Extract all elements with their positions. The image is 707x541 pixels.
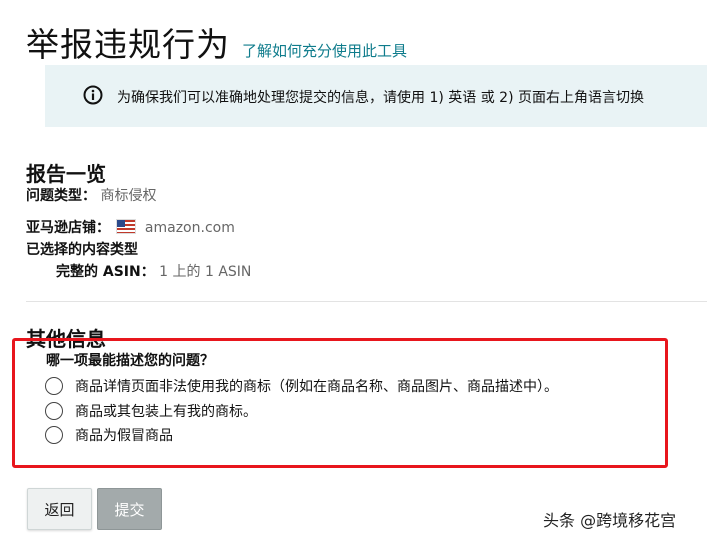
radio-button[interactable] xyxy=(45,377,63,395)
asin-label: 完整的 ASIN： xyxy=(56,264,155,280)
section-divider xyxy=(26,301,707,302)
option-label: 商品详情页面非法使用我的商标（例如在商品名称、商品图片、商品描述中）。 xyxy=(75,379,558,395)
store-value: amazon.com xyxy=(144,220,235,236)
asin-value: 1 上的 1 ASIN xyxy=(159,264,252,280)
help-link[interactable]: 了解如何充分使用此工具 xyxy=(242,40,407,61)
content-type-label: 已选择的内容类型 xyxy=(26,239,138,259)
page-title: 举报违规行为 xyxy=(26,25,230,64)
submit-button[interactable]: 提交 xyxy=(97,488,162,530)
radio-button[interactable] xyxy=(45,426,63,444)
summary-title: 报告一览 xyxy=(26,162,106,186)
asin-row: 完整的 ASIN： 1 上的 1 ASIN xyxy=(56,261,251,281)
option-label: 商品为假冒商品 xyxy=(75,428,173,444)
issue-type-row: 问题类型： 商标侵权 xyxy=(26,185,156,205)
content-type-label-text: 已选择的内容类型 xyxy=(26,242,138,258)
info-icon xyxy=(83,85,103,105)
option-listing-trademark[interactable]: 商品详情页面非法使用我的商标（例如在商品名称、商品图片、商品描述中）。 xyxy=(45,376,558,396)
us-flag-icon xyxy=(116,219,137,234)
info-banner: 为确保我们可以准确地处理您提交的信息，请使用 1) 英语 或 2) 页面右上角语… xyxy=(45,65,707,127)
option-product-trademark[interactable]: 商品或其包装上有我的商标。 xyxy=(45,401,257,421)
issue-type-label: 问题类型： xyxy=(26,188,96,204)
issue-type-value: 商标侵权 xyxy=(100,188,157,204)
radio-button[interactable] xyxy=(45,402,63,420)
store-label: 亚马逊店铺： xyxy=(26,220,110,236)
page-header: 举报违规行为 了解如何充分使用此工具 xyxy=(26,18,407,66)
info-banner-text: 为确保我们可以准确地处理您提交的信息，请使用 1) 英语 或 2) 页面右上角语… xyxy=(117,90,644,106)
store-row: 亚马逊店铺： amazon.com xyxy=(26,217,235,237)
option-counterfeit[interactable]: 商品为假冒商品 xyxy=(45,425,173,445)
issue-question: 哪一项最能描述您的问题？ xyxy=(46,353,214,369)
watermark: 头条 @跨境移花宫 xyxy=(543,511,677,530)
option-label: 商品或其包装上有我的商标。 xyxy=(75,404,257,420)
back-button[interactable]: 返回 xyxy=(27,488,92,530)
